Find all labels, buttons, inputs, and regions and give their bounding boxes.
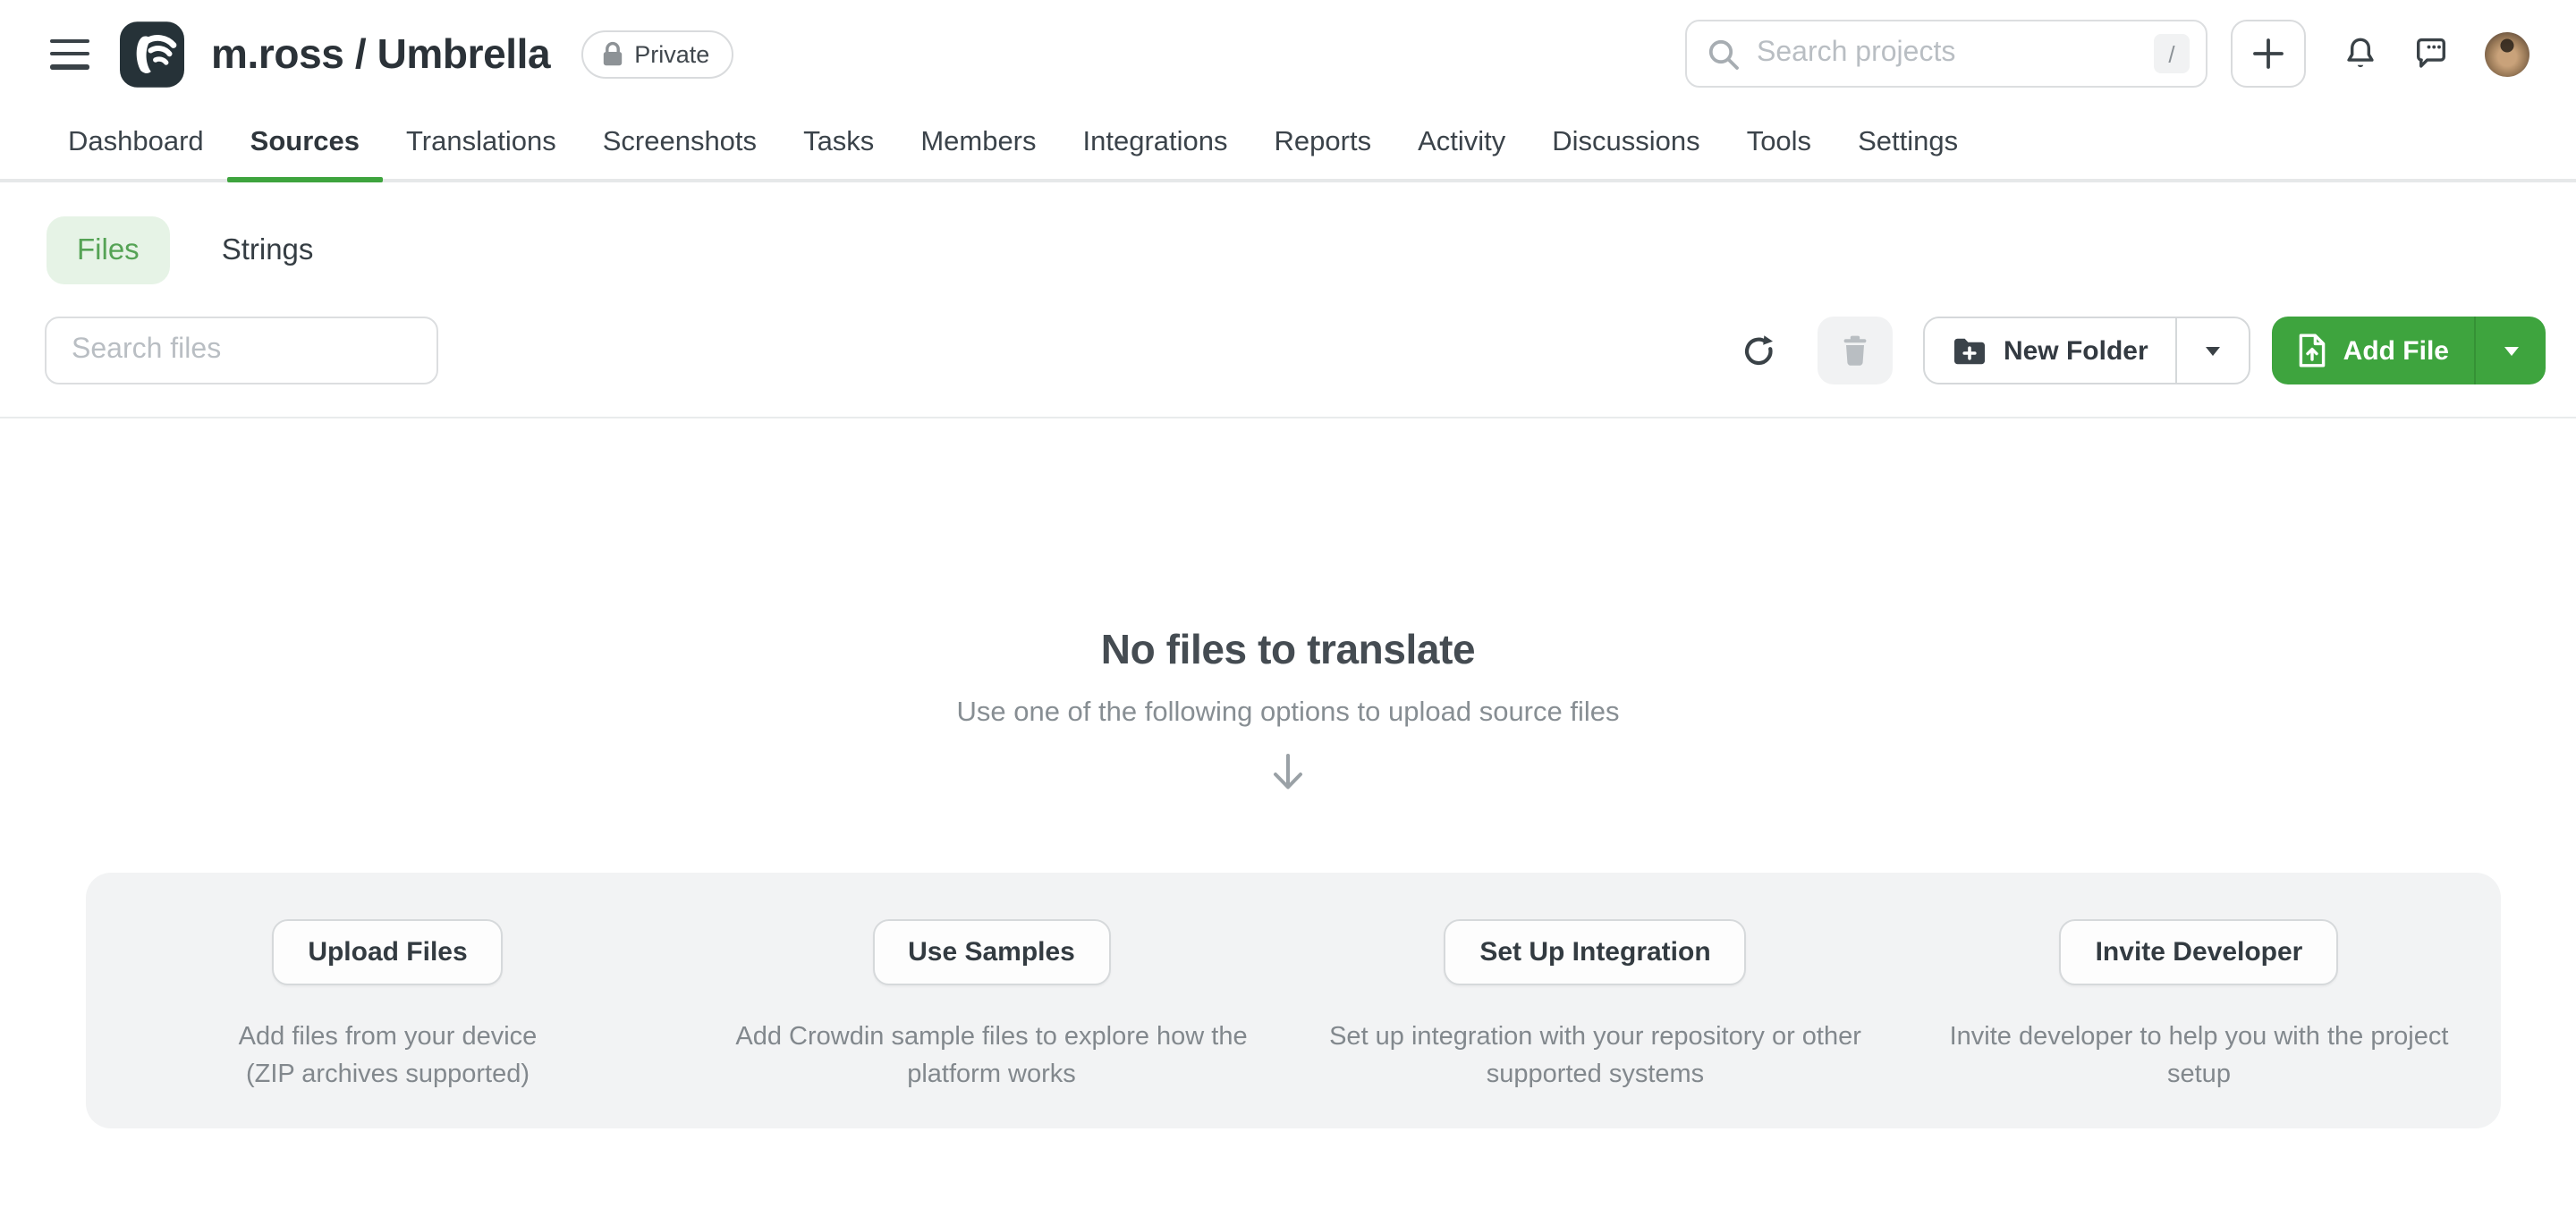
delete-button[interactable] (1818, 317, 1893, 384)
tab-reports[interactable]: Reports (1251, 107, 1395, 179)
add-file-button[interactable]: Add File (2272, 317, 2474, 384)
tab-discussions[interactable]: Discussions (1529, 107, 1723, 179)
use-samples-card: Use Samples Add Crowdin sample files to … (690, 919, 1293, 1128)
empty-state: No files to translate Use one of the fol… (0, 626, 2576, 792)
toolbar-divider (0, 417, 2576, 418)
project-nav: Dashboard Sources Translations Screensho… (0, 107, 2576, 182)
privacy-badge-label: Private (634, 40, 709, 67)
invite-developer-button[interactable]: Invite Developer (2060, 919, 2339, 985)
file-upload-icon (2297, 333, 2327, 368)
top-header: m.ross / Umbrella Private / (0, 0, 2576, 107)
hamburger-menu-button[interactable] (50, 38, 89, 69)
empty-state-title: No files to translate (0, 626, 2576, 674)
create-project-button[interactable] (2231, 20, 2306, 88)
tab-tasks[interactable]: Tasks (780, 107, 897, 179)
sources-subtabs: Files Strings (47, 216, 2576, 284)
new-folder-split-button: New Folder (1923, 317, 2250, 384)
privacy-badge: Private (580, 30, 733, 78)
new-folder-label: New Folder (2004, 335, 2148, 366)
add-file-label: Add File (2343, 335, 2449, 366)
set-up-integration-button[interactable]: Set Up Integration (1444, 919, 1746, 985)
invite-developer-description: Invite developer to help you with the pr… (1931, 1019, 2468, 1093)
upload-options-panel: Upload Files Add files from your device … (86, 873, 2501, 1128)
search-projects-input[interactable] (1757, 38, 2154, 70)
user-avatar[interactable] (2485, 31, 2529, 76)
chevron-down-icon (2206, 346, 2220, 355)
new-folder-button[interactable]: New Folder (1925, 318, 2175, 383)
refresh-button[interactable] (1733, 317, 1787, 384)
empty-state-subtitle: Use one of the following options to uplo… (0, 697, 2576, 730)
search-icon (1707, 37, 1741, 71)
add-file-dropdown-button[interactable] (2474, 317, 2546, 384)
search-shortcut-hint: / (2154, 34, 2190, 73)
messages-button[interactable] (2413, 36, 2449, 72)
plus-icon (2252, 38, 2284, 70)
upload-files-description: Add files from your device (ZIP archives… (218, 1019, 558, 1093)
tab-sources[interactable]: Sources (227, 107, 383, 179)
tab-activity[interactable]: Activity (1394, 107, 1529, 179)
tab-translations[interactable]: Translations (383, 107, 580, 179)
tab-integrations[interactable]: Integrations (1060, 107, 1251, 179)
project-title[interactable]: m.ross / Umbrella (211, 30, 550, 78)
tab-members[interactable]: Members (897, 107, 1059, 179)
down-arrow-icon (0, 753, 2576, 792)
new-folder-dropdown-button[interactable] (2175, 318, 2249, 383)
subtab-strings[interactable]: Strings (215, 216, 321, 284)
use-samples-button[interactable]: Use Samples (872, 919, 1111, 985)
tab-dashboard[interactable]: Dashboard (45, 107, 227, 179)
project-search: / (1685, 20, 2207, 88)
refresh-icon (1741, 332, 1779, 369)
search-files-input[interactable] (45, 317, 438, 384)
upload-files-card: Upload Files Add files from your device … (86, 919, 690, 1128)
lock-icon (600, 40, 623, 67)
chat-icon (2413, 36, 2449, 72)
crowdin-logo-icon[interactable] (120, 21, 184, 87)
tab-tools[interactable]: Tools (1724, 107, 1835, 179)
chevron-down-icon (2504, 346, 2518, 355)
files-toolbar: New Folder Add File (45, 317, 2546, 384)
trash-icon (1841, 334, 1869, 367)
tab-settings[interactable]: Settings (1835, 107, 1981, 179)
invite-developer-card: Invite Developer Invite developer to hel… (1897, 919, 2501, 1128)
folder-plus-icon (1952, 335, 1987, 366)
crowdin-project-page: m.ross / Umbrella Private / (0, 0, 2576, 1208)
subtab-files[interactable]: Files (47, 216, 170, 284)
notifications-button[interactable] (2343, 35, 2377, 72)
upload-files-button[interactable]: Upload Files (272, 919, 503, 985)
tab-screenshots[interactable]: Screenshots (580, 107, 780, 179)
hamburger-icon (50, 38, 89, 43)
use-samples-description: Add Crowdin sample files to explore how … (724, 1019, 1260, 1093)
set-up-integration-card: Set Up Integration Set up integration wi… (1293, 919, 1897, 1128)
bell-icon (2343, 35, 2377, 72)
set-up-integration-description: Set up integration with your repository … (1305, 1019, 1886, 1093)
add-file-split-button: Add File (2272, 317, 2546, 384)
